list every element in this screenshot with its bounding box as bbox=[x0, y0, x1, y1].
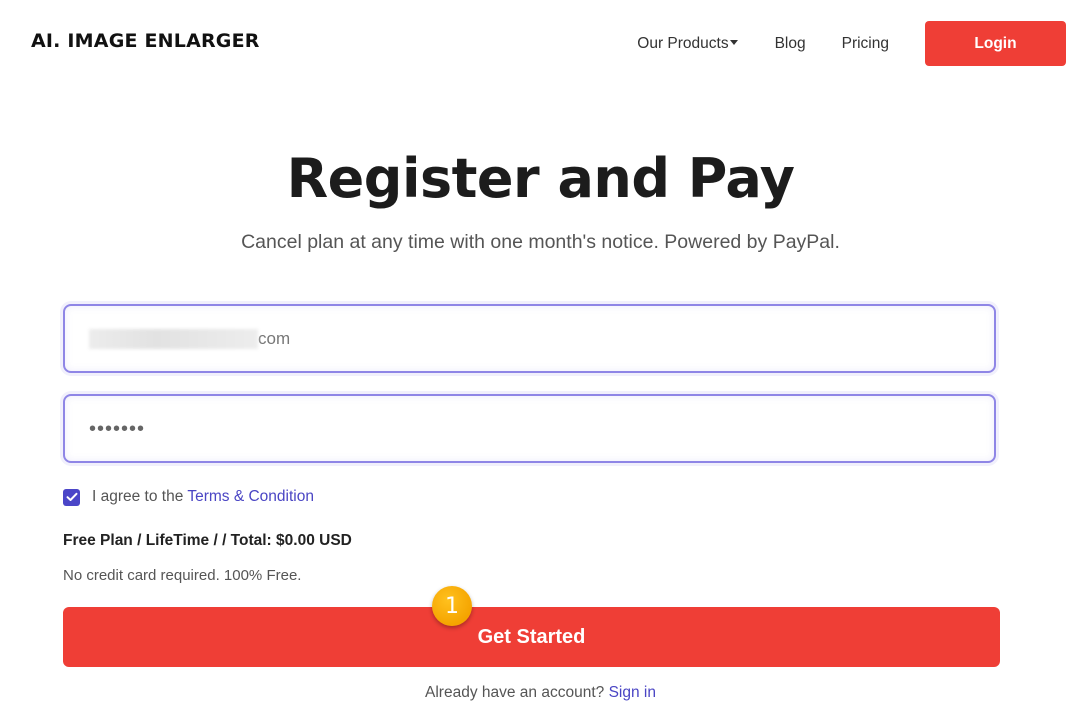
already-have-account-text: Already have an account? bbox=[425, 684, 605, 701]
login-button[interactable]: Login bbox=[925, 21, 1066, 66]
password-field-value: ••••••• bbox=[89, 417, 146, 440]
terms-link[interactable]: Terms & Condition bbox=[187, 488, 314, 506]
page-title: Register and Pay bbox=[286, 147, 795, 210]
brand-logo[interactable]: AI. IMAGE ENLARGER bbox=[31, 30, 260, 52]
nav-our-products[interactable]: Our Products bbox=[637, 34, 738, 53]
plan-summary: Free Plan / LifeTime / / Total: $0.00 US… bbox=[63, 532, 352, 549]
terms-agreement-text: I agree to the bbox=[92, 488, 184, 505]
nav-our-products-label: Our Products bbox=[637, 34, 729, 52]
top-nav: Our Products Blog Pricing Login bbox=[637, 21, 1066, 66]
nav-blog[interactable]: Blog bbox=[775, 35, 806, 53]
nav-pricing[interactable]: Pricing bbox=[842, 35, 889, 53]
caret-down-icon bbox=[729, 40, 738, 45]
email-field-value-suffix: com bbox=[258, 328, 291, 348]
password-field[interactable]: ••••••• bbox=[63, 394, 996, 463]
email-field[interactable]: com bbox=[63, 304, 996, 373]
checkmark-icon bbox=[66, 492, 77, 501]
terms-checkbox[interactable] bbox=[63, 488, 80, 506]
terms-agreement-row: I agree to the Terms & Condition bbox=[63, 488, 314, 506]
step-number-badge: 1 bbox=[432, 586, 472, 626]
get-started-button[interactable]: Get Started bbox=[63, 607, 1000, 667]
redacted-email-mask bbox=[89, 328, 258, 349]
no-credit-card-note: No credit card required. 100% Free. bbox=[63, 567, 302, 584]
sign-in-link[interactable]: Sign in bbox=[609, 684, 656, 701]
signin-prompt: Already have an account? Sign in bbox=[0, 684, 1081, 702]
page-subtitle: Cancel plan at any time with one month's… bbox=[241, 231, 840, 253]
